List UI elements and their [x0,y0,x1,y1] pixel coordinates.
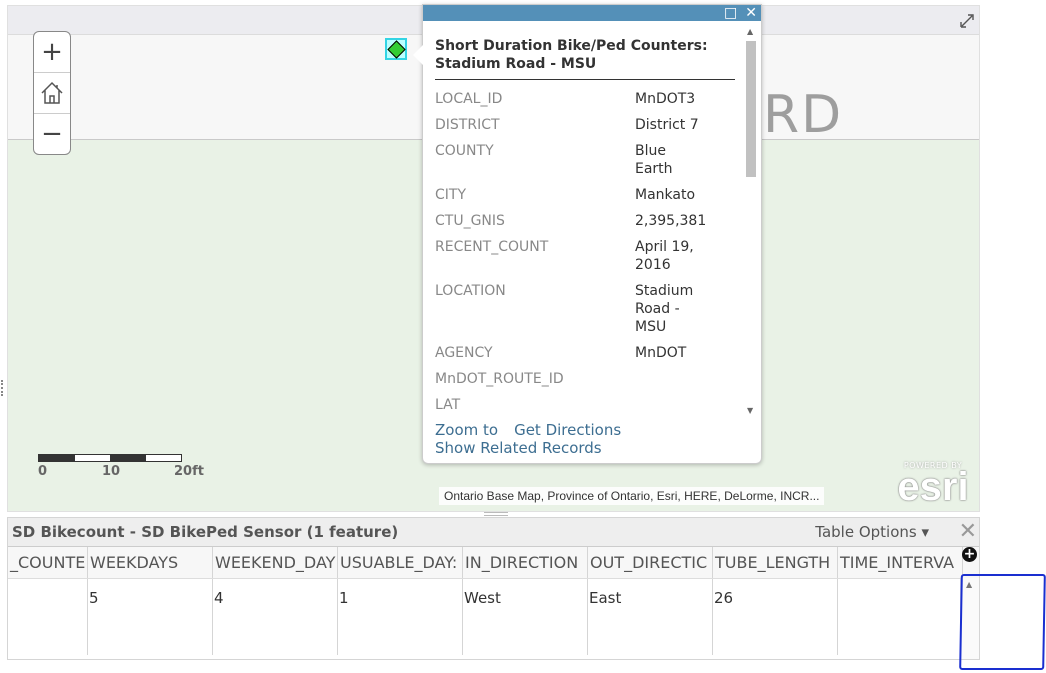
field-value [635,370,705,388]
column-header[interactable]: IN_DIRECTION [463,547,588,578]
table-cell: West [463,579,588,655]
column-header[interactable]: WEEKEND_DAY [213,547,338,578]
field-key: MnDOT_ROUTE_ID [435,371,564,387]
field-key: LOCATION [435,283,506,299]
attribute-table: SD Bikecount - SD BikePed Sensor (1 feat… [7,517,980,660]
column-header[interactable]: _COUNTE [8,547,88,578]
scroll-down-icon[interactable]: ▼ [747,406,753,415]
add-column-icon[interactable]: + [962,547,977,562]
scalebar: 0 10 20ft [38,454,204,480]
selected-feature-marker[interactable] [385,38,407,60]
expand-icon[interactable] [959,13,975,29]
popup-field-row: MnDOT_ROUTE_ID [435,370,735,388]
field-key: CITY [435,187,467,203]
column-headers: _COUNTE WEEKDAYS WEEKEND_DAY USUABLE_DAY: IN… [8,546,979,579]
zoom-to-link[interactable]: Zoom to [435,421,498,439]
popup-content[interactable]: Short Duration Bike/Ped Counters: Stadiu… [435,37,735,421]
show-related-records-link[interactable]: Show Related Records [435,439,602,457]
column-header[interactable]: USUABLE_DAY: [338,547,463,578]
field-key: COUNTY [435,143,494,159]
field-value: MnDOT [635,345,687,361]
popup-field-row: COUNTY Blue Earth [435,142,735,178]
diamond-icon [386,39,406,59]
table-cell: 5 [88,579,213,655]
popup-pointer [413,45,423,65]
popup-field-row: LOCAL_ID MnDOT3 [435,90,735,108]
table-cell: 1 [338,579,463,655]
table-cell: 4 [213,579,338,655]
table-header: SD Bikecount - SD BikePed Sensor (1 feat… [8,518,979,546]
close-icon[interactable]: ✕ [959,519,977,544]
field-key: LOCAL_ID [435,91,503,107]
maximize-icon[interactable]: □ [724,5,737,21]
field-key: AGENCY [435,345,493,361]
field-value: April 19, 2016 [635,239,694,273]
field-value [635,396,705,414]
zoom-in-button[interactable]: + [34,32,70,73]
road-label: RD [763,85,844,145]
esri-logo[interactable]: POWERED BY esri [893,461,973,509]
get-directions-link[interactable]: Get Directions [514,421,621,439]
scalebar-label: 20ft [174,464,204,479]
popup-field-row: AGENCY MnDOT [435,344,735,362]
popup-field-row: CTU_GNIS 2,395,381 [435,212,735,230]
popup-field-row: RECENT_COUNT April 19, 2016 [435,238,735,274]
zoom-controls: + − [33,31,71,155]
scalebar-label: 0 [38,464,48,479]
table-splitter[interactable] [484,512,508,516]
field-value: 2,395,381 [635,213,707,229]
feature-popup: □ ✕ Short Duration Bike/Ped Counters: St… [413,4,762,464]
popup-field-row: LOCATION Stadium Road - MSU [435,282,735,336]
scroll-thumb[interactable] [746,41,756,177]
table-cell: East [588,579,713,655]
field-value: Mankato [635,187,696,203]
column-header[interactable]: OUT_DIRECTIC [588,547,713,578]
field-key: DISTRICT [435,117,500,133]
field-key: LAT [435,397,461,413]
column-header[interactable]: TUBE_LENGTH [713,547,838,578]
table-title: SD Bikecount - SD BikePed Sensor (1 feat… [12,523,399,541]
table-cell [838,579,963,655]
popup-actions: Zoom to Get Directions Show Related Recor… [435,421,637,457]
home-icon [41,81,63,104]
field-value: Blue Earth [635,143,673,177]
popup-field-row: DISTRICT District 7 [435,116,735,134]
popup-header: □ ✕ [423,5,761,21]
zoom-out-button[interactable]: − [34,114,70,154]
field-key: CTU_GNIS [435,213,505,229]
popup-scrollbar[interactable]: ▲ ▼ [744,25,758,417]
close-icon[interactable]: ✕ [745,5,757,21]
column-header[interactable]: TIME_INTERVA [838,547,963,578]
popup-title: Short Duration Bike/Ped Counters: Stadiu… [435,37,735,80]
popup-field-row: CITY Mankato [435,186,735,204]
panel-resize-handle[interactable] [1,380,6,396]
scroll-up-icon[interactable]: ▲ [747,27,753,36]
popup-field-row: LAT [435,396,735,414]
table-options-menu[interactable]: Table Options ▾ [815,523,929,541]
scalebar-bars [38,454,182,462]
field-value: MnDOT3 [635,91,696,107]
annotation-box [959,574,1046,670]
esri-wordmark: esri [897,465,969,509]
home-button[interactable] [34,73,70,114]
column-header[interactable]: WEEKDAYS [88,547,213,578]
map-attribution[interactable]: Ontario Base Map, Province of Ontario, E… [439,487,825,505]
table-cell: 26 [713,579,838,655]
field-value: District 7 [635,117,699,133]
table-row[interactable]: 5 4 1 West East 26 [8,579,979,655]
table-cell [8,579,88,655]
scalebar-label: 10 [102,464,121,479]
field-value: Stadium Road - MSU [635,283,694,335]
field-key: RECENT_COUNT [435,239,549,255]
